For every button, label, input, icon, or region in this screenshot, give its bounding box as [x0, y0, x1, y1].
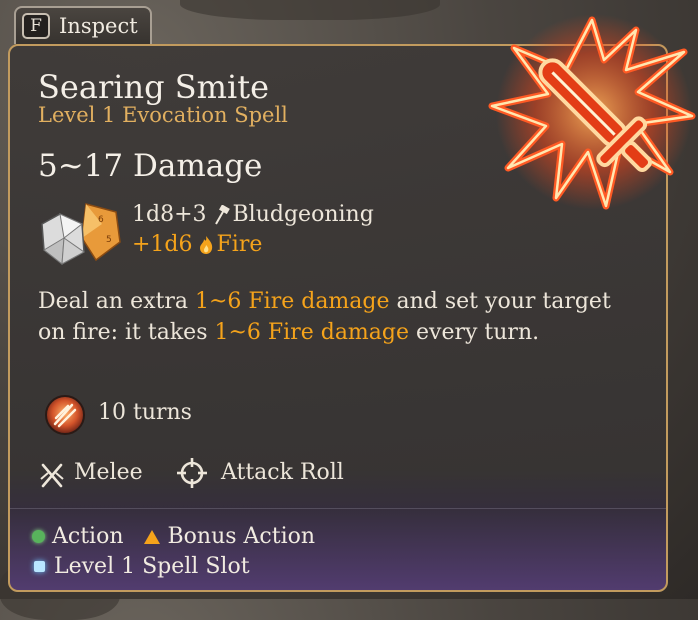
damage-dice-2: +1d6: [132, 232, 193, 257]
roll-type-text: Attack Roll: [221, 460, 344, 485]
damage-type-2: Fire: [216, 232, 263, 257]
background-rock: [180, 0, 440, 20]
damage-line-fire: +1d6 Fire: [132, 232, 262, 257]
bonus-action-cost-label: Bonus Action: [167, 524, 316, 549]
svg-text:6: 6: [98, 215, 104, 225]
spell-slot-cost-label: Level 1 Spell Slot: [54, 554, 250, 579]
burning-condition-icon[interactable]: [44, 394, 86, 436]
range-text: Melee: [74, 460, 143, 485]
spell-title: Searing Smite: [38, 68, 270, 106]
hammer-icon: [214, 204, 230, 224]
description-text: Deal an extra: [38, 289, 195, 314]
searing-smite-spell-icon: [488, 14, 696, 210]
spell-slot-icon: [34, 561, 45, 572]
keybind-f-badge: F: [22, 13, 50, 39]
damage-type-1: Bludgeoning: [232, 202, 374, 227]
damage-line-bludgeoning: 1d8+3 Bludgeoning: [132, 202, 374, 227]
footer-divider: [10, 508, 666, 509]
action-icon: [32, 530, 45, 543]
description-highlight: 1~6 Fire damage: [194, 289, 390, 314]
inspect-label: Inspect: [59, 14, 138, 38]
description-highlight: 1~6 Fire damage: [214, 320, 410, 345]
spell-description: Deal an extra 1~6 Fire damage and set yo…: [38, 286, 638, 348]
crosshair-icon: [177, 458, 207, 488]
damage-dice-1: 1d8+3: [132, 202, 207, 227]
bonus-action-icon: [143, 529, 160, 544]
flame-icon: [199, 235, 212, 254]
inspect-tab[interactable]: F Inspect: [14, 6, 152, 44]
action-cost-row: Action Bonus Action: [32, 524, 315, 549]
description-text: every turn.: [409, 320, 540, 345]
spell-subtitle: Level 1 Evocation Spell: [38, 103, 288, 127]
duration-text: 10 turns: [98, 400, 192, 425]
dice-icon: 6 5: [41, 203, 121, 265]
spell-slot-cost-row: Level 1 Spell Slot: [34, 554, 250, 579]
svg-text:5: 5: [106, 235, 112, 245]
crossed-swords-icon: [40, 463, 64, 488]
action-cost-label: Action: [52, 524, 124, 549]
damage-total: 5~17 Damage: [38, 148, 263, 184]
